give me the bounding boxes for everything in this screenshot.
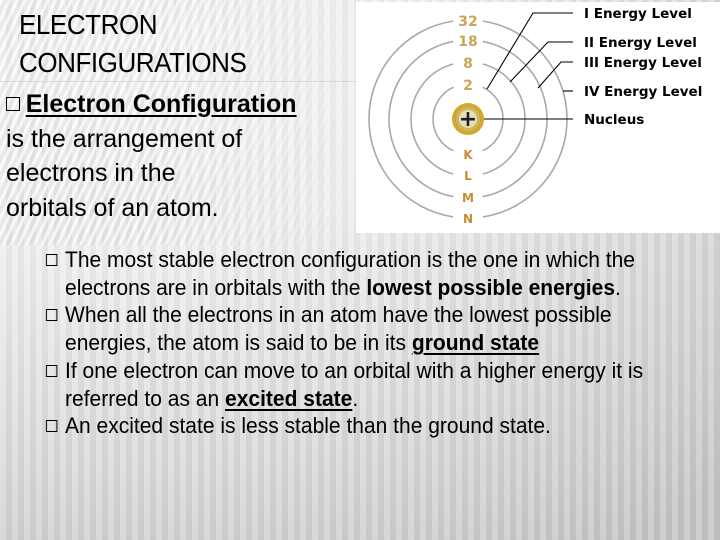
shell-letter-label: L — [464, 169, 472, 183]
energy-level-label: II Energy Level — [584, 35, 697, 51]
bullet-square-icon — [45, 309, 58, 322]
bullet-text: . — [352, 385, 359, 411]
shell-capacity-label: 18 — [458, 34, 477, 50]
shell-letter-label: M — [462, 191, 474, 205]
definition-line-1: Electron Configuration — [6, 87, 297, 122]
shell-ring-left — [388, 40, 454, 198]
bullet-square-icon — [45, 420, 58, 433]
emphasized-term: ground state — [411, 330, 540, 356]
title-divider — [0, 81, 356, 82]
bullet-item: When all the electrons in an atom have t… — [44, 301, 674, 356]
definition-line-4: orbitals of an atom. — [6, 193, 219, 222]
title-line-2: CONFIGURATIONS — [19, 47, 247, 78]
nucleus-label: Nucleus — [584, 112, 644, 128]
title-line-1: ELECTRON — [19, 9, 158, 40]
shell-ring-left — [410, 63, 454, 175]
energy-level-label: IV Energy Level — [584, 84, 702, 100]
energy-level-label: I Energy Level — [584, 6, 692, 22]
definition-line-3: electrons in the — [6, 159, 176, 187]
definition-line-2: is the arrangement of — [6, 124, 243, 153]
definition-block: Electron Configuration is the arrangemen… — [6, 87, 297, 225]
bullet-text: . — [615, 274, 621, 300]
shell-capacity-label: 32 — [458, 14, 477, 30]
emphasized-term: lowest possible energies — [366, 274, 616, 300]
bullet-square-icon — [45, 254, 58, 266]
atom-diagram-image: 2 K 8 L 18 M 32 N + I Energy Level II Energy Level… — [356, 2, 720, 233]
bullet-item: If one electron can move to an orbital w… — [44, 357, 674, 412]
shell-ring-left — [432, 86, 454, 152]
shell-capacity-label: 2 — [463, 78, 473, 94]
shell-letter-label: N — [463, 212, 473, 226]
shell-capacity-label: 8 — [463, 56, 473, 72]
atom-diagram: 2 K 8 L 18 M 32 N + I Energy Level II Energy Level… — [368, 6, 702, 226]
nucleus-plus-icon: + — [459, 107, 477, 132]
bullet-list: The most stable electron configuration i… — [44, 246, 674, 440]
leader-line — [537, 61, 573, 89]
shell-letter-label: K — [463, 148, 473, 162]
emphasized-term: excited state — [225, 385, 353, 411]
energy-level-label: III Energy Level — [584, 55, 702, 71]
slide-title: ELECTRON CONFIGURATIONS — [19, 6, 247, 82]
definition-term: Electron Configuration — [25, 90, 297, 118]
bullet-square-icon — [6, 97, 20, 111]
bullet-item: An excited state is less stable than the… — [44, 412, 674, 440]
bullet-square-icon — [45, 364, 58, 377]
bullet-item: The most stable electron configuration i… — [44, 246, 674, 301]
bullet-text: An excited state is less stable than the… — [65, 413, 551, 439]
